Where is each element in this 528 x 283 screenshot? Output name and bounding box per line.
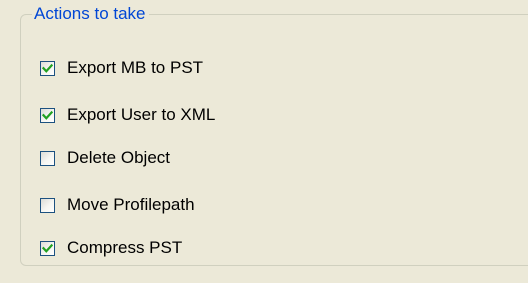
checkbox-box[interactable]	[40, 197, 55, 213]
checkbox-box[interactable]	[40, 107, 55, 123]
checkbox-move-profilepath[interactable]: Move Profilepath	[40, 193, 195, 217]
checkbox-label: Move Profilepath	[67, 195, 195, 214]
actions-list: Export MB to PST Export User to XML Dele…	[40, 0, 520, 283]
checkbox-label: Export User to XML	[67, 105, 216, 124]
checkbox-delete-object[interactable]: Delete Object	[40, 146, 170, 170]
checkmark-icon	[42, 63, 53, 73]
checkbox-label: Delete Object	[67, 148, 170, 167]
checkbox-box[interactable]	[40, 60, 55, 76]
checkbox-label: Compress PST	[67, 238, 183, 257]
checkmark-icon	[42, 243, 53, 253]
checkbox-box[interactable]	[40, 240, 55, 256]
checkmark-icon	[42, 110, 53, 120]
checkbox-compress-pst[interactable]: Compress PST	[40, 236, 182, 260]
checkbox-export-user-to-xml[interactable]: Export User to XML	[40, 103, 215, 127]
checkbox-label: Export MB to PST	[67, 58, 204, 77]
checkbox-box[interactable]	[40, 150, 55, 166]
checkbox-export-mb-to-pst[interactable]: Export MB to PST	[40, 56, 203, 80]
